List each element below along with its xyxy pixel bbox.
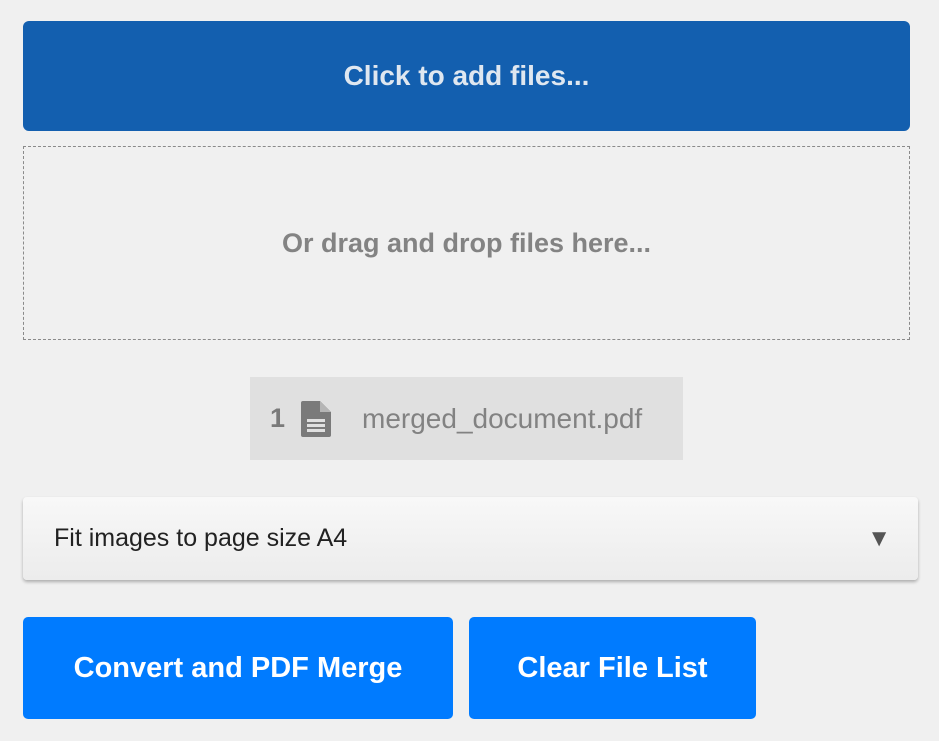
clear-file-list-label: Clear File List [517, 651, 708, 684]
file-list-item[interactable]: 1 merged_document.pdf [250, 377, 683, 460]
clear-file-list-button[interactable]: Clear File List [469, 617, 756, 719]
drop-zone-label: Or drag and drop files here... [281, 227, 652, 258]
file-name: merged_document.pdf [362, 402, 643, 434]
file-index: 1 [270, 403, 286, 433]
dropdown-arrow-icon: ▼ [867, 524, 891, 552]
add-files-button[interactable]: Click to add files... [23, 21, 910, 131]
drop-zone[interactable]: Or drag and drop files here... [23, 146, 910, 340]
document-icon [300, 399, 334, 439]
page-size-value: Fit images to page size A4 [54, 524, 348, 552]
convert-merge-button[interactable]: Convert and PDF Merge [23, 617, 453, 719]
add-files-label: Click to add files... [343, 60, 590, 91]
convert-merge-label: Convert and PDF Merge [73, 651, 403, 684]
page-size-select[interactable]: Fit images to page size A4 ▼ [23, 497, 918, 580]
